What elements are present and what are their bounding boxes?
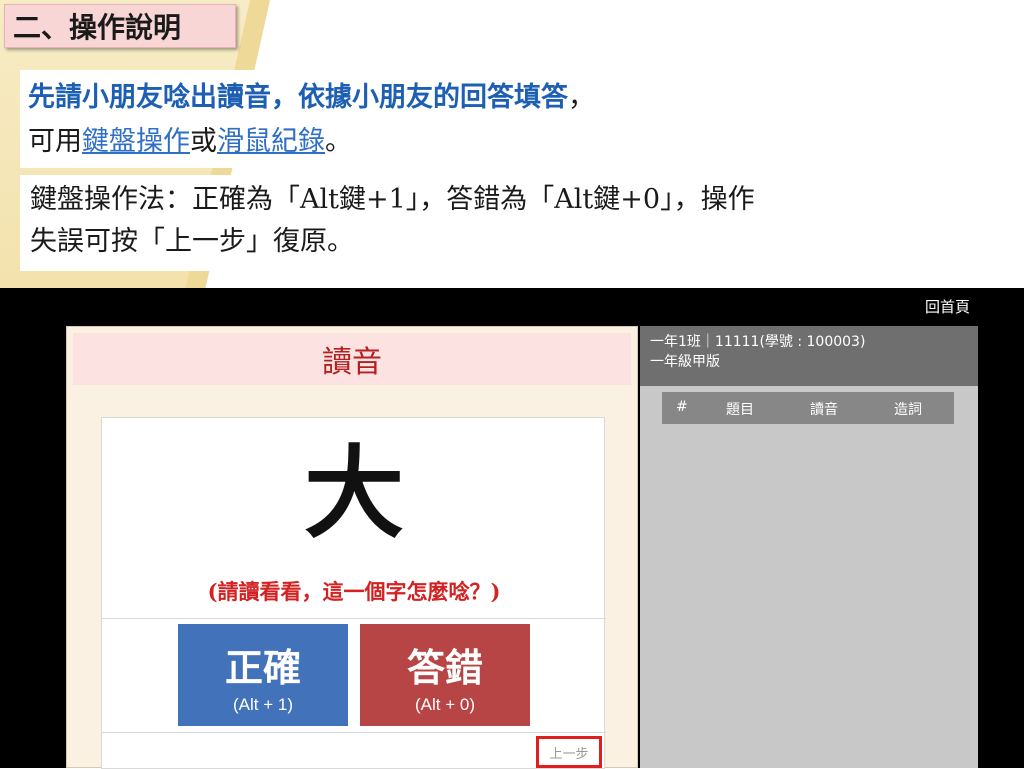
test-character: 大 — [304, 434, 404, 552]
column-header-reading: 讀音 — [810, 402, 838, 418]
keyboard-instructions-box: 鍵盤操作法：正確為「Alt鍵+1」，答錯為「Alt鍵+0」，操作 失誤可按「上一… — [20, 175, 980, 271]
slide-title: 二、操作說明 — [4, 4, 236, 48]
column-header-question: 題目 — [726, 402, 754, 418]
intro-line2-tail: 。 — [325, 126, 352, 157]
wrong-button[interactable]: 答錯 (Alt + 0) — [360, 624, 530, 726]
correct-button[interactable]: 正確 (Alt + 1) — [178, 624, 348, 726]
home-link[interactable]: 回首頁 — [925, 296, 970, 317]
reading-prompt: (請讀看看，這一個字怎麼唸？) — [207, 579, 501, 604]
keyboard-instructions-line-1: 鍵盤操作法：正確為「Alt鍵+1」，答錯為「Alt鍵+0」，操作 — [30, 184, 755, 215]
keyboard-instructions-line-2: 失誤可按「上一步」復原。 — [30, 226, 354, 257]
wrong-button-shortcut: (Alt + 0) — [415, 694, 475, 714]
correct-button-label: 正確 — [224, 647, 301, 690]
results-panel: 一年1班｜11111(學號 : 100003) 一年級甲版 # 題目 讀音 造詞 — [640, 326, 978, 768]
results-table-header: # 題目 讀音 造詞 — [662, 392, 954, 424]
divider — [102, 732, 606, 733]
column-header-word: 造詞 — [894, 402, 922, 418]
reading-panel: 讀音 大 (請讀看看，這一個字怎麼唸？) 正確 (Alt + 1) 答錯 (Al… — [66, 326, 638, 769]
mouse-record-link[interactable]: 滑鼠紀錄 — [217, 126, 325, 157]
intro-line2-mid: 或 — [190, 126, 217, 157]
divider — [102, 618, 606, 619]
keyboard-operation-link[interactable]: 鍵盤操作 — [82, 126, 190, 157]
student-class-id: 一年1班｜11111(學號 : 100003) — [650, 334, 866, 350]
intro-line1-tail: ， — [568, 82, 595, 113]
intro-text-box: 先請小朋友唸出讀音，依據小朋友的回答填答， 可用鍵盤操作或滑鼠紀錄。 — [20, 70, 782, 168]
student-grade-version: 一年級甲版 — [650, 354, 720, 370]
intro-line-1: 先請小朋友唸出讀音，依據小朋友的回答填答， — [28, 76, 774, 120]
intro-blue-text: 先請小朋友唸出讀音，依據小朋友的回答填答 — [28, 82, 568, 113]
undo-button[interactable]: 上一步 — [536, 736, 602, 768]
character-card: 大 (請讀看看，這一個字怎麼唸？) 正確 (Alt + 1) 答錯 (Alt +… — [101, 417, 606, 769]
intro-line2-prefix: 可用 — [28, 126, 82, 157]
intro-line-2: 可用鍵盤操作或滑鼠紀錄。 — [28, 120, 774, 164]
app-screenshot: 回首頁 讀音 大 (請讀看看，這一個字怎麼唸？) 正確 (Alt + 1) 答錯… — [0, 288, 1024, 769]
column-header-index: # — [676, 399, 688, 415]
student-info: 一年1班｜11111(學號 : 100003) 一年級甲版 — [640, 326, 978, 386]
wrong-button-label: 答錯 — [406, 647, 483, 690]
panel-title: 讀音 — [73, 333, 631, 385]
correct-button-shortcut: (Alt + 1) — [233, 694, 293, 714]
slide-title-text: 二、操作說明 — [13, 11, 182, 44]
